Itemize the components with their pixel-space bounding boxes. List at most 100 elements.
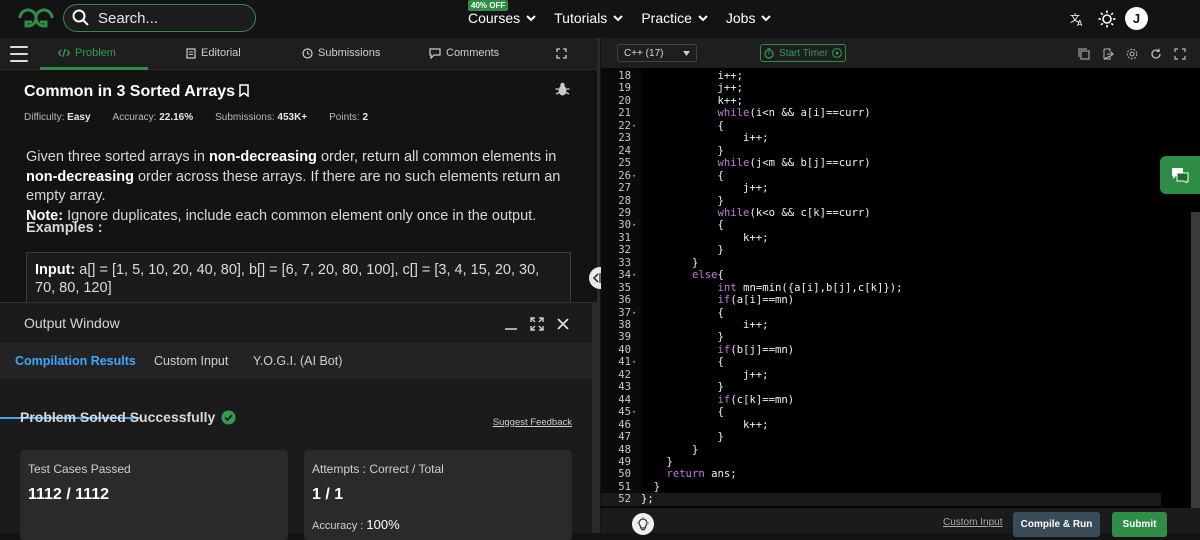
code-line[interactable]: 31 k++; <box>601 232 1161 244</box>
code-line[interactable]: 51 } <box>601 481 1161 493</box>
code-line[interactable]: 37 ▾ { <box>601 307 1161 319</box>
fold-arrow-icon[interactable]: ▾ <box>632 406 636 418</box>
editor-toolbar: C++ (17) Start Timer <box>601 38 1200 68</box>
expand-icon[interactable] <box>556 48 567 59</box>
fold-arrow-icon[interactable]: ▾ <box>632 219 636 231</box>
fold-arrow-icon[interactable]: ▾ <box>632 120 636 132</box>
attempts-value: 1 / 1 <box>312 486 344 503</box>
code-line[interactable]: 40 if(b[j]==mn) <box>601 344 1161 356</box>
code-text: if(c[k]==mn) <box>717 393 795 406</box>
code-line[interactable]: 28 } <box>601 195 1161 207</box>
fold-arrow-icon[interactable]: ▾ <box>632 170 636 182</box>
status-text: Problem Solved Successfully <box>20 409 216 425</box>
code-line[interactable]: 18 i++; <box>601 70 1161 82</box>
line-number: 48 <box>618 443 631 456</box>
points: Points: 2 <box>329 112 369 123</box>
code-line[interactable]: 50 return ans; <box>601 468 1161 480</box>
code-line[interactable]: 25 while(j<m && b[j]==curr) <box>601 157 1161 169</box>
tab-yogi-bot[interactable]: Y.O.G.I. (AI Bot) <box>253 354 342 368</box>
language-select[interactable]: C++ (17) <box>617 44 697 62</box>
code-line[interactable]: 22 ▾ { <box>601 120 1161 132</box>
editor-scrollbar[interactable] <box>1191 212 1200 508</box>
code-line[interactable]: 48 } <box>601 444 1161 456</box>
submit-button[interactable]: Submit <box>1112 512 1167 537</box>
tab-compilation-results[interactable]: Compilation Results <box>15 354 136 368</box>
file-export-icon[interactable] <box>1102 47 1114 60</box>
copy-icon[interactable] <box>1078 47 1090 60</box>
code-line[interactable]: 29 while(k<o && c[k]==curr) <box>601 207 1161 219</box>
code-line[interactable]: 52}; <box>601 493 1161 506</box>
bookmark-icon[interactable] <box>239 84 250 98</box>
code-line[interactable]: 44 if(c[k]==mn) <box>601 394 1161 406</box>
code-text: if(b[j]==mn) <box>717 343 795 356</box>
close-icon[interactable] <box>556 317 570 336</box>
tab-problem[interactable]: Problem <box>58 47 116 59</box>
custom-input-link[interactable]: Custom Input <box>943 517 1002 528</box>
problem-meta: Difficulty: Easy Accuracy: 22.16% Submis… <box>24 112 390 123</box>
nav-tutorials[interactable]: Tutorials <box>554 10 624 26</box>
nav-courses[interactable]: 40% OFF Courses <box>468 0 536 26</box>
code-line[interactable]: 36 if(a[i]==mn) <box>601 294 1161 306</box>
code-line[interactable]: 41 ▾ { <box>601 356 1161 368</box>
code-line[interactable]: 43 } <box>601 381 1161 393</box>
suggest-feedback-link[interactable]: Suggest Feedback <box>493 417 572 428</box>
menu-icon[interactable] <box>10 46 28 62</box>
chat-button[interactable] <box>1160 156 1200 194</box>
minimize-icon[interactable] <box>504 317 518 336</box>
line-number: 44 <box>618 393 631 406</box>
expand-icon[interactable] <box>530 317 544 336</box>
code-line[interactable]: 38 i++; <box>601 319 1161 331</box>
gfg-logo-icon[interactable] <box>16 6 56 30</box>
problem-title: Common in 3 Sorted Arrays <box>24 83 236 100</box>
code-text: i++; <box>641 70 744 82</box>
tab-custom-input[interactable]: Custom Input <box>154 354 228 368</box>
bug-report-icon[interactable] <box>555 82 570 97</box>
code-line[interactable]: 47 } <box>601 431 1161 443</box>
code-line[interactable]: 20 k++; <box>601 95 1161 107</box>
line-number: 39 <box>618 331 631 344</box>
code-line[interactable]: 30 ▾ { <box>601 219 1161 231</box>
search-box[interactable] <box>63 4 256 32</box>
theme-toggle-icon[interactable] <box>1096 8 1118 30</box>
fold-arrow-icon[interactable]: ▾ <box>632 356 636 368</box>
code-line[interactable]: 46 k++; <box>601 419 1161 431</box>
search-input[interactable] <box>98 9 248 27</box>
code-line[interactable]: 26 ▾ { <box>601 170 1161 182</box>
code-line[interactable]: 49 } <box>601 456 1161 468</box>
start-timer-button[interactable]: Start Timer <box>760 44 846 62</box>
code-editor[interactable]: 18 i++; 19 j++; 20 k++; 21 while(i<n && a[i… <box>601 68 1200 508</box>
nav-practice[interactable]: Practice <box>641 10 708 26</box>
code-line[interactable]: 35 int mn=min({a[i],b[j],c[k]}); <box>601 282 1161 294</box>
tab-editorial[interactable]: Editorial <box>186 47 241 59</box>
tab-submissions-label: Submissions <box>318 47 381 59</box>
search-icon <box>72 9 89 26</box>
fold-arrow-icon[interactable]: ▾ <box>632 307 636 319</box>
code-line[interactable]: 45 ▾ { <box>601 406 1161 418</box>
code-line[interactable]: 42 j++; <box>601 369 1161 381</box>
settings-icon[interactable] <box>1126 47 1138 60</box>
line-number: 52 <box>618 493 631 506</box>
code-line[interactable]: 32 } <box>601 244 1161 256</box>
difficulty: Difficulty: Easy <box>24 112 91 123</box>
fullscreen-icon[interactable] <box>1174 47 1186 60</box>
code-line[interactable]: 19 j++; <box>601 82 1161 94</box>
fold-arrow-icon[interactable]: ▾ <box>632 269 636 281</box>
tab-submissions[interactable]: Submissions <box>302 47 380 59</box>
code-line[interactable]: 24 } <box>601 145 1161 157</box>
code-line[interactable]: 21 while(i<n && a[i]==curr) <box>601 107 1161 119</box>
translate-icon[interactable]: 文A <box>1066 8 1088 30</box>
code-line[interactable]: 33 } <box>601 257 1161 269</box>
lightbulb-icon[interactable] <box>632 513 654 535</box>
reset-icon[interactable] <box>1150 47 1162 59</box>
code-line[interactable]: 23 i++; <box>601 132 1161 144</box>
line-number: 50 <box>618 468 631 481</box>
chevron-down-icon <box>761 15 772 22</box>
code-line[interactable]: 27 j++; <box>601 182 1161 194</box>
code-line[interactable]: 39 } <box>601 331 1161 343</box>
avatar[interactable]: J <box>1125 7 1148 30</box>
line-number: 28 <box>618 194 631 207</box>
nav-jobs[interactable]: Jobs <box>726 10 772 26</box>
tab-comments[interactable]: Comments <box>429 47 499 59</box>
code-line[interactable]: 34 ▾ else{ <box>601 269 1161 281</box>
compile-run-button[interactable]: Compile & Run <box>1013 512 1100 537</box>
